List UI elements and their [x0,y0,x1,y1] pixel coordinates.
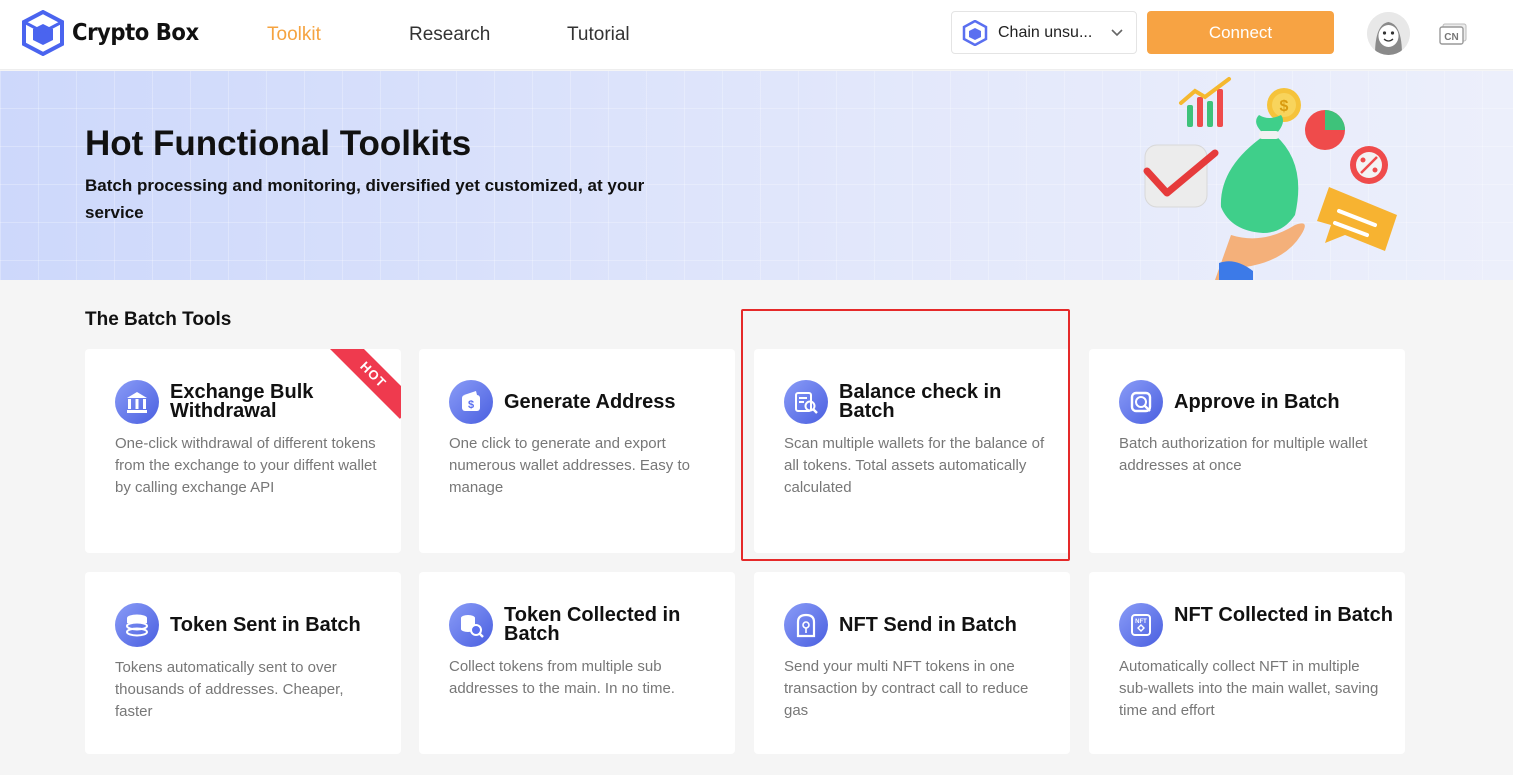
card-description: Batch authorization for multiple wallet … [1119,435,1368,474]
card-description: Send your multi NFT tokens in one transa… [784,658,1029,719]
section-title: The Batch Tools [85,309,232,330]
nft-send-icon [784,603,828,647]
tool-card-token-sent[interactable]: Token Sent in Batch Tokens automatically… [85,572,401,754]
tool-card-approve-in-batch[interactable]: Approve in Batch Batch authorization for… [1089,349,1405,553]
wallet-icon: $ [449,380,493,424]
exchange-icon [115,380,159,424]
card-title: Token Sent in Batch [170,614,361,636]
tool-card-nft-collected[interactable]: NFT NFT Collected in Batch Automatically… [1089,572,1405,754]
card-title: NFT Send in Batch [839,614,1017,636]
top-header: Crypto Box Toolkit Research Tutorial Cha… [0,0,1513,70]
card-title: Token Collected in Batch [504,604,681,645]
cube-logo-icon [22,10,64,56]
tool-card-nft-send[interactable]: NFT Send in Batch Send your multi NFT to… [754,572,1070,754]
banner-subtitle: Batch processing and monitoring, diversi… [85,176,645,222]
banner-title: Hot Functional Toolkits [85,124,472,163]
tool-card-generate-address[interactable]: $ Generate Address One click to generate… [419,349,735,553]
card-description: Tokens automatically sent to over thousa… [115,659,344,720]
tool-card-token-collected[interactable]: Token Collected in Batch Collect tokens … [419,572,735,754]
chevron-down-icon [1111,29,1123,37]
card-description: Collect tokens from multiple sub address… [449,658,675,697]
tool-card-exchange-bulk-withdrawal[interactable]: Exchange Bulk Withdrawal One-click withd… [85,349,401,553]
nav-tutorial[interactable]: Tutorial [567,0,630,70]
chain-select[interactable]: Chain unsu... [951,11,1137,54]
card-description: One click to generate and export numerou… [449,435,690,496]
user-avatar-icon [1367,12,1410,55]
svg-text:$: $ [1280,98,1289,115]
card-title: Exchange Bulk Withdrawal [170,381,314,422]
hero-banner: Hot Functional Toolkits Batch processing… [0,71,1513,280]
connect-button[interactable]: Connect [1147,11,1334,54]
chain-cube-icon [962,19,988,46]
avatar[interactable] [1367,12,1410,55]
card-title: Approve in Batch [1174,391,1340,413]
token-collect-icon [449,603,493,647]
chain-select-label: Chain unsu... [998,23,1093,41]
token-send-icon [115,603,159,647]
finance-illustration-icon: $ [1143,77,1397,280]
nft-collect-icon: NFT [1119,603,1163,647]
card-title: Generate Address [504,391,676,413]
svg-text:$: $ [468,399,474,411]
nav-research[interactable]: Research [409,0,490,70]
card-description: One-click withdrawal of different tokens… [115,435,377,496]
selection-highlight [741,309,1070,561]
lang-label: CN [1444,32,1458,43]
logo[interactable]: Crypto Box [22,10,210,56]
app-name: Crypto Box [72,20,199,46]
card-title: NFT Collected in Batch [1174,604,1393,626]
svg-text:NFT: NFT [1135,619,1147,625]
language-switch-icon[interactable]: CN [1439,23,1467,45]
nav-toolkit[interactable]: Toolkit [267,0,321,70]
card-description: Automatically collect NFT in multiple su… [1119,658,1379,719]
approve-icon [1119,380,1163,424]
